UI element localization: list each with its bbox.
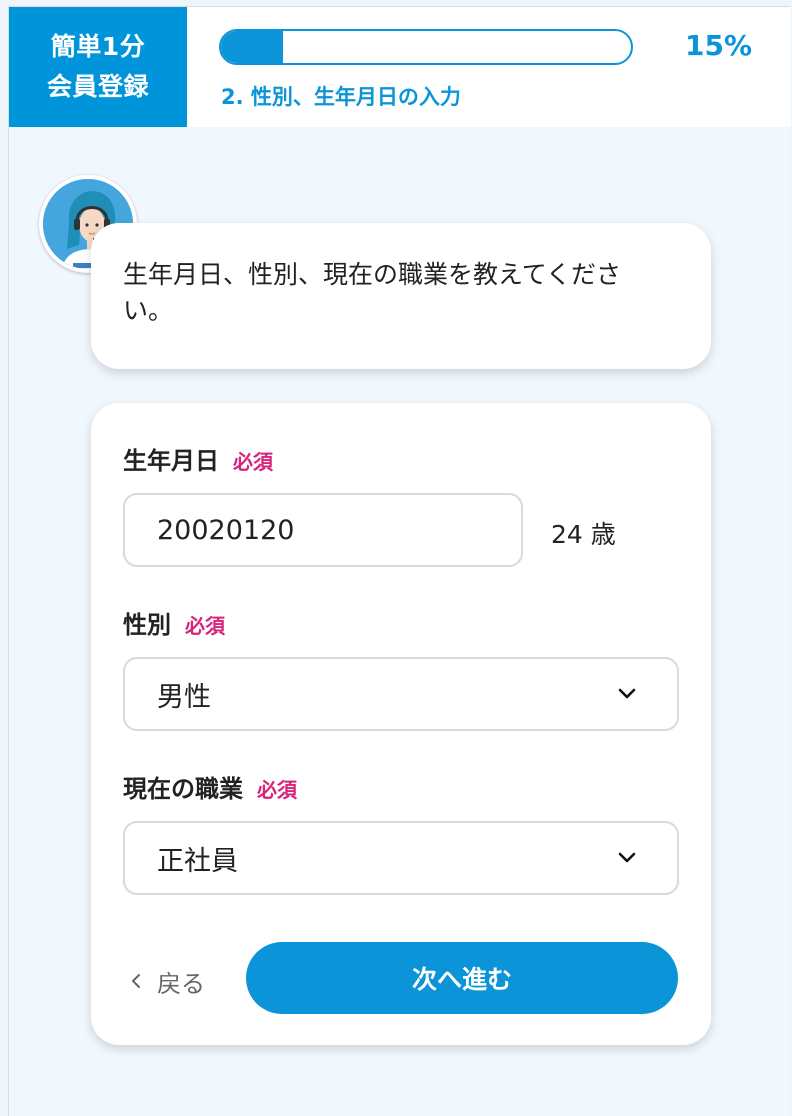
occupation-required-badge: 必須 [257,778,297,802]
next-label: 次へ進む [411,966,512,994]
occupation-label: 現在の職業 必須 [123,769,297,804]
birthdate-label: 生年月日 必須 [123,441,273,476]
progress-percent: 15% [685,29,753,62]
birthdate-value: 20020120 [157,514,295,546]
back-button[interactable]: 戻る [129,961,205,1001]
birthdate-required-badge: 必須 [233,450,273,474]
chevron-down-icon [618,688,636,699]
profile-form-card: 生年月日 必須 20020120 24 歳 性別 必須 男性 現在の職業 必須 正社員 [91,403,711,1045]
chevron-left-icon [132,974,140,988]
occupation-label-text: 現在の職業 [123,775,243,803]
age-display: 24 歳 [551,520,616,549]
next-button[interactable]: 次へ進む [246,942,678,1014]
back-label: 戻る [157,969,205,998]
gender-select[interactable]: 男性 [123,657,679,731]
birthdate-input[interactable]: 20020120 [123,493,523,567]
header: 簡単1分 会員登録 15% 2. 性別、生年月日の入力 [9,7,791,127]
progress-bar [219,29,633,65]
instruction-text-line-2: い。 [123,296,174,325]
occupation-select[interactable]: 正社員 [123,821,679,895]
birthdate-label-text: 生年月日 [123,447,219,475]
badge-line-2: 会員登録 [46,72,149,101]
occupation-selected-value: 正社員 [157,845,238,877]
page-frame: 簡単1分 会員登録 15% 2. 性別、生年月日の入力 生年月日、性別、現在の職… [8,6,791,1116]
instruction-bubble: 生年月日、性別、現在の職業を教えてくださ い。 [91,223,711,369]
instruction-text-line-1: 生年月日、性別、現在の職業を教えてくださ [123,260,622,289]
progress-bar-fill [221,31,283,63]
registration-badge: 簡単1分 会員登録 [9,7,187,127]
badge-line-1: 簡単1分 [50,32,146,61]
gender-label-text: 性別 [123,611,171,639]
gender-required-badge: 必須 [185,614,225,638]
gender-label: 性別 必須 [123,605,225,640]
step-label: 2. 性別、生年月日の入力 [221,85,461,109]
gender-selected-value: 男性 [157,681,211,713]
chevron-down-icon [618,852,636,863]
